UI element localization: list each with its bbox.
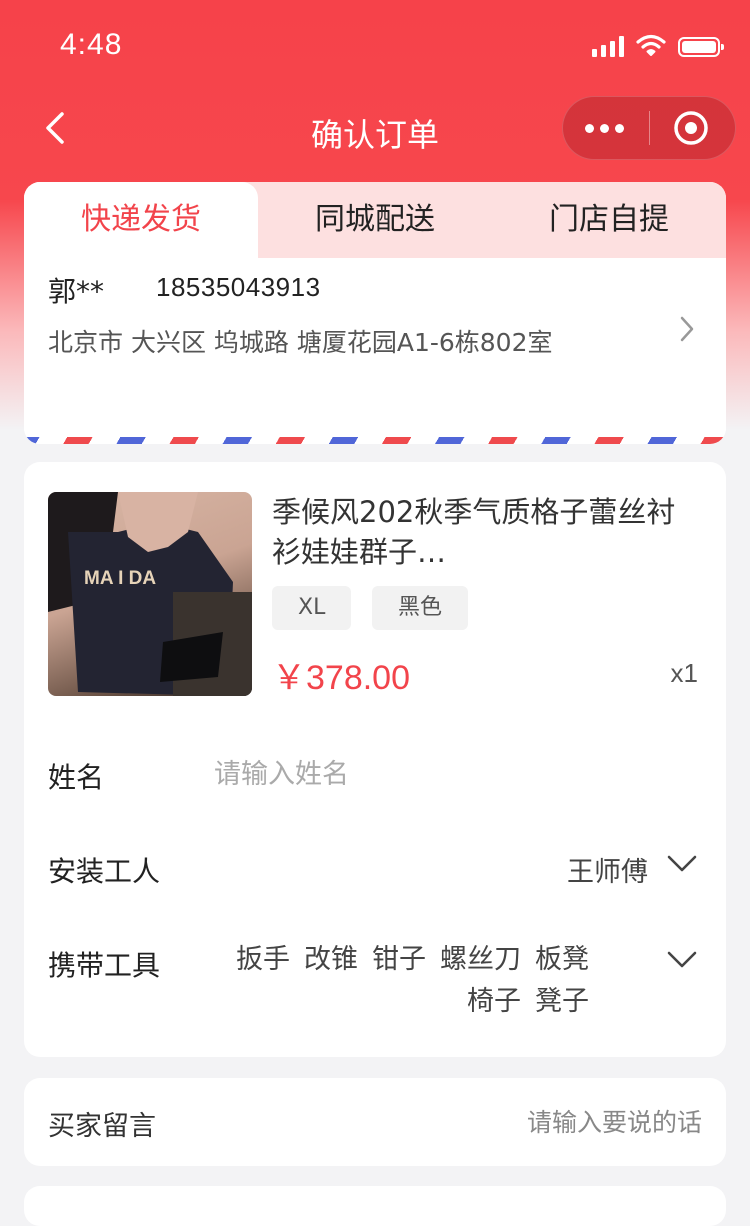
- next-section-card: [24, 1186, 726, 1226]
- buyer-message-card: 买家留言: [24, 1078, 726, 1166]
- name-input[interactable]: [214, 752, 674, 796]
- chevron-down-icon[interactable]: [666, 854, 698, 874]
- tool-item: 板凳: [535, 944, 589, 975]
- tab-express[interactable]: 快递发货: [24, 182, 258, 258]
- name-label: 姓名: [48, 761, 105, 794]
- tool-item: 钳子: [372, 944, 426, 975]
- tool-item: 改锥: [304, 944, 358, 975]
- product-card: MA I DA 季候风202秋季气质格子蕾丝衬衫娃娃群子… XL 黑色 ￥378…: [24, 462, 726, 1057]
- chevron-right-icon[interactable]: [678, 314, 696, 344]
- recipient-name: 郭**: [48, 275, 105, 308]
- tab-local-delivery[interactable]: 同城配送: [258, 182, 492, 258]
- air-mail-stripe: [24, 437, 726, 444]
- more-icon[interactable]: [585, 97, 635, 159]
- tool-item: 螺丝刀: [440, 944, 521, 975]
- product-photo: MA I DA: [48, 492, 252, 696]
- product-image[interactable]: MA I DA: [48, 492, 252, 696]
- status-bar: 4:48: [0, 0, 750, 90]
- tool-item: 凳子: [535, 986, 589, 1017]
- recipient-phone: 18535043913: [156, 272, 321, 302]
- target-icon[interactable]: [673, 110, 709, 146]
- chevron-down-icon[interactable]: [666, 950, 698, 970]
- nav-bar: 确认订单: [0, 90, 750, 178]
- product-price: ￥378.00: [272, 659, 410, 697]
- address-card: 快递发货 同城配送 门店自提 郭** 18535043913 北京市 大兴区 坞…: [24, 182, 726, 444]
- worker-select-value[interactable]: 王师傅: [567, 850, 648, 889]
- battery-icon: [678, 37, 724, 57]
- address-detail: 北京市 大兴区 坞城路 塘厦花园A1-6栋802室: [48, 328, 553, 357]
- message-input[interactable]: [342, 1100, 702, 1144]
- wifi-icon: [636, 34, 666, 56]
- address-block[interactable]: 郭** 18535043913 北京市 大兴区 坞城路 塘厦花园A1-6栋802…: [24, 258, 726, 444]
- spec-size-tag: XL: [272, 586, 352, 630]
- product-title[interactable]: 季候风202秋季气质格子蕾丝衬衫娃娃群子…: [272, 492, 692, 572]
- signal-icon: [592, 35, 624, 57]
- worker-label: 安装工人: [48, 855, 161, 888]
- mini-program-capsule: [562, 96, 736, 160]
- svg-text:MA I DA: MA I DA: [84, 568, 156, 589]
- status-time: 4:48: [60, 28, 123, 61]
- message-label: 买家留言: [48, 1111, 156, 1142]
- product-quantity: x1: [670, 658, 698, 688]
- spec-color-tag: 黑色: [372, 586, 469, 630]
- tool-item: 扳手: [236, 944, 290, 975]
- tool-item: 椅子: [467, 986, 521, 1017]
- capsule-divider: [649, 111, 650, 145]
- tools-label: 携带工具: [48, 949, 161, 982]
- status-icons: [592, 33, 724, 57]
- tab-store-pickup[interactable]: 门店自提: [492, 182, 726, 258]
- delivery-tabs: 快递发货 同城配送 门店自提: [24, 182, 726, 258]
- tools-select-value[interactable]: 扳手 改锥 钳子 螺丝刀 板凳 椅子 凳子: [214, 942, 589, 1020]
